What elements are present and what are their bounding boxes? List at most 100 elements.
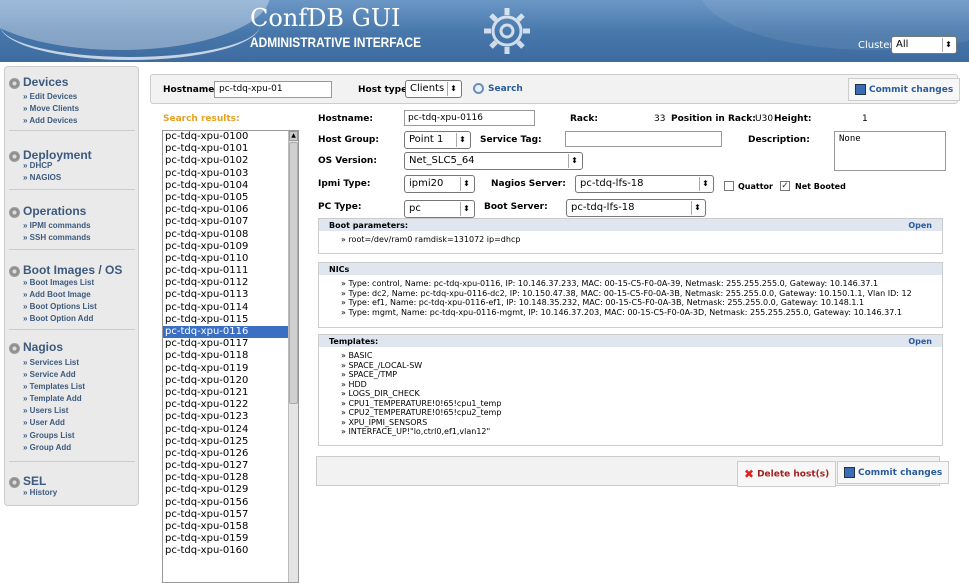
host-group-value: Point 1 <box>409 134 444 145</box>
host-list-item[interactable]: pc-tdq-xpu-0114 <box>163 302 298 314</box>
detail-hostname-input[interactable]: pc-tdq-xpu-0116 <box>404 110 535 126</box>
sidebar-item-groups-list[interactable]: Groups List <box>23 431 75 440</box>
host-type-select[interactable]: Clients ⬍ <box>405 80 462 98</box>
host-list-item[interactable]: pc-tdq-xpu-0126 <box>163 448 298 460</box>
sidebar-section-nagios: Nagios <box>23 340 64 354</box>
host-list-item[interactable]: pc-tdq-xpu-0124 <box>163 424 298 436</box>
scroll-up-arrow-icon[interactable]: ▲ <box>289 131 298 141</box>
host-list-item[interactable]: pc-tdq-xpu-0119 <box>163 363 298 375</box>
host-list-item[interactable]: pc-tdq-xpu-0109 <box>163 241 298 253</box>
templates-open-link[interactable]: Open <box>908 337 932 346</box>
sidebar-item-move-clients[interactable]: Move Clients <box>23 104 79 113</box>
host-list-item[interactable]: pc-tdq-xpu-0156 <box>163 497 298 509</box>
sidebar-item-add-boot-image[interactable]: Add Boot Image <box>23 290 90 299</box>
host-list-item[interactable]: pc-tdq-xpu-0112 <box>163 277 298 289</box>
net-booted-checkbox[interactable]: ✓ <box>780 181 790 191</box>
host-list-item[interactable]: pc-tdq-xpu-0102 <box>163 155 298 167</box>
boot-server-label: Boot Server: <box>484 202 548 212</box>
host-list-item[interactable]: pc-tdq-xpu-0118 <box>163 350 298 362</box>
host-list-item[interactable]: pc-tdq-xpu-0106 <box>163 204 298 216</box>
gear-logo-icon <box>484 8 530 54</box>
host-list-item[interactable]: pc-tdq-xpu-0108 <box>163 229 298 241</box>
host-list-item[interactable]: pc-tdq-xpu-0103 <box>163 168 298 180</box>
templates-line: LOGS_DIR_CHECK <box>341 389 920 399</box>
host-list-item[interactable]: pc-tdq-xpu-0115 <box>163 314 298 326</box>
host-list-item[interactable]: pc-tdq-xpu-0160 <box>163 545 298 557</box>
app-title: ConfDB GUI <box>250 4 401 32</box>
nics-title: NICs <box>329 265 350 274</box>
host-list-item[interactable]: pc-tdq-xpu-0128 <box>163 472 298 484</box>
sidebar-item-history[interactable]: History <box>23 488 58 497</box>
host-list-item[interactable]: pc-tdq-xpu-0104 <box>163 180 298 192</box>
host-list-item[interactable]: pc-tdq-xpu-0121 <box>163 387 298 399</box>
sidebar-section-devices: Devices <box>23 75 69 89</box>
host-list-item[interactable]: pc-tdq-xpu-0116 <box>163 326 298 339</box>
host-list-item[interactable]: pc-tdq-xpu-0157 <box>163 509 298 521</box>
pc-type-select[interactable]: pc ⬍ <box>404 200 475 218</box>
save-icon <box>844 467 855 478</box>
sidebar-item-group-add[interactable]: Group Add <box>23 443 71 452</box>
host-list-item[interactable]: pc-tdq-xpu-0120 <box>163 375 298 387</box>
search-button[interactable]: Search <box>467 79 529 98</box>
sidebar-item-template-add[interactable]: Template Add <box>23 394 82 403</box>
host-list-item[interactable]: pc-tdq-xpu-0122 <box>163 399 298 411</box>
host-list-item[interactable]: pc-tdq-xpu-0113 <box>163 289 298 301</box>
templates-line: BASIC <box>341 351 920 361</box>
commit-changes-button-bottom[interactable]: Commit changes <box>837 461 950 484</box>
nagios-server-select[interactable]: pc-tdq-lfs-18 ⬍ <box>575 175 714 193</box>
host-results-list[interactable]: pc-tdq-xpu-0100 pc-tdq-xpu-0101 pc-tdq-xpu… <box>162 130 299 583</box>
description-textarea[interactable]: None <box>834 131 946 171</box>
host-list-item[interactable]: pc-tdq-xpu-0101 <box>163 143 298 155</box>
sidebar-item-edit-devices[interactable]: Edit Devices <box>23 92 78 101</box>
sidebar-item-boot-option-add[interactable]: Boot Option Add <box>23 314 94 323</box>
boot-server-select[interactable]: pc-tdq-lfs-18 ⬍ <box>566 199 706 217</box>
host-group-select[interactable]: Point 1 ⬍ <box>404 131 471 149</box>
host-list-item[interactable]: pc-tdq-xpu-0159 <box>163 533 298 545</box>
cluster-select[interactable]: All ⬍ <box>891 36 957 54</box>
host-list-item[interactable]: pc-tdq-xpu-0129 <box>163 484 298 496</box>
boot-parameters-open-link[interactable]: Open <box>908 221 932 230</box>
service-tag-label: Service Tag: <box>480 135 542 145</box>
scrollbar-thumb[interactable] <box>289 142 298 404</box>
host-list-item[interactable]: pc-tdq-xpu-0105 <box>163 192 298 204</box>
chevron-updown-icon: ⬍ <box>456 133 468 147</box>
sidebar-item-boot-options-list[interactable]: Boot Options List <box>23 302 97 311</box>
sidebar-item-user-add[interactable]: User Add <box>23 418 65 427</box>
position-in-rack-label: Position in Rack: <box>671 114 756 124</box>
sidebar-item-ipmi-commands[interactable]: IPMI commands <box>23 221 91 230</box>
ipmi-type-select[interactable]: ipmi20 ⬍ <box>404 175 475 193</box>
commit-changes-label: Commit changes <box>858 468 943 478</box>
host-list-item[interactable]: pc-tdq-xpu-0107 <box>163 216 298 228</box>
sidebar-item-templates-list[interactable]: Templates List <box>23 382 85 391</box>
host-list-item[interactable]: pc-tdq-xpu-0123 <box>163 411 298 423</box>
host-list-item[interactable]: pc-tdq-xpu-0158 <box>163 521 298 533</box>
sidebar-item-services-list[interactable]: Services List <box>23 358 79 367</box>
host-list-item[interactable]: pc-tdq-xpu-0110 <box>163 253 298 265</box>
sidebar-item-boot-images-list[interactable]: Boot Images List <box>23 278 94 287</box>
height-label: Height: <box>774 114 812 124</box>
service-tag-input[interactable] <box>565 131 722 147</box>
commit-changes-button-top[interactable]: Commit changes <box>848 78 961 101</box>
os-version-value: Net_SLC5_64 <box>409 155 475 166</box>
host-list-item[interactable]: pc-tdq-xpu-0100 <box>163 131 298 143</box>
quattor-checkbox[interactable] <box>724 181 734 191</box>
host-list-item[interactable]: pc-tdq-xpu-0117 <box>163 338 298 350</box>
hostname-search-input[interactable]: pc-tdq-xpu-01 <box>214 81 332 98</box>
delete-hosts-button[interactable]: ✖ Delete host(s) <box>737 461 837 487</box>
templates-line: SPACE_/TMP <box>341 370 920 380</box>
sidebar-item-ssh-commands[interactable]: SSH commands <box>23 233 91 242</box>
host-list-item[interactable]: pc-tdq-xpu-0111 <box>163 265 298 277</box>
os-version-select[interactable]: Net_SLC5_64 ⬍ <box>404 152 583 170</box>
templates-line: XPU_IPMI_SENSORS <box>341 418 920 428</box>
sidebar-item-users-list[interactable]: Users List <box>23 406 69 415</box>
host-list-item[interactable]: pc-tdq-xpu-0127 <box>163 460 298 472</box>
host-list-item[interactable]: pc-tdq-xpu-0125 <box>163 436 298 448</box>
sidebar-item-service-add[interactable]: Service Add <box>23 370 76 379</box>
sidebar-item-nagios[interactable]: NAGIOS <box>23 173 62 182</box>
sidebar-item-dhcp[interactable]: DHCP <box>23 161 53 170</box>
sidebar-divider <box>9 130 135 131</box>
pc-type-value: pc <box>409 203 421 214</box>
gear-icon <box>9 78 20 89</box>
templates-title: Templates: <box>329 337 379 346</box>
sidebar-item-add-devices[interactable]: Add Devices <box>23 116 77 125</box>
